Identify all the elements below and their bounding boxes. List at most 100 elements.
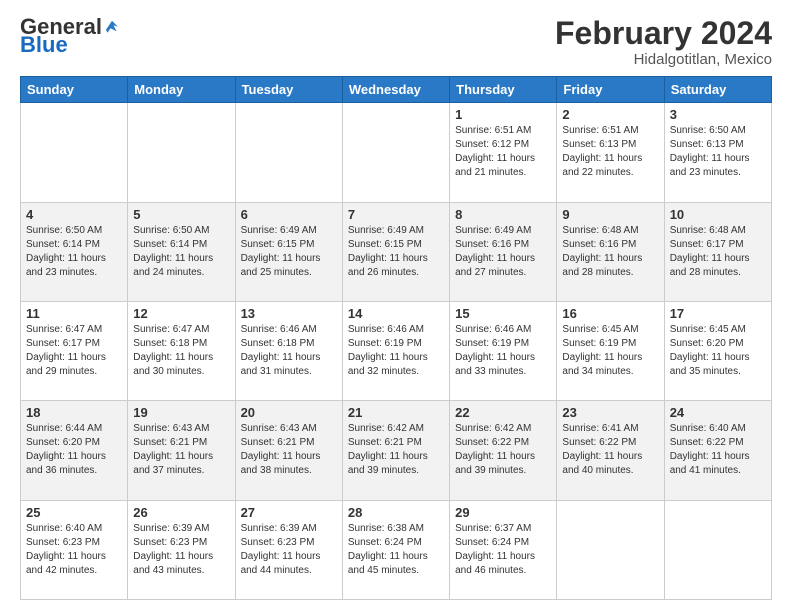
- day-number: 11: [26, 306, 122, 321]
- logo-bird-icon: [103, 17, 121, 35]
- day-number: 27: [241, 505, 337, 520]
- table-row: [342, 103, 449, 202]
- day-info: Sunrise: 6:50 AM Sunset: 6:14 PM Dayligh…: [133, 224, 229, 280]
- table-row: 10 Sunrise: 6:48 AM Sunset: 6:17 PM Dayli…: [664, 202, 771, 301]
- table-row: 20Sunrise: 6:43 AM Sunset: 6:21 PM Dayli…: [235, 401, 342, 500]
- table-row: 5 Sunrise: 6:50 AM Sunset: 6:14 PM Daylig…: [128, 202, 235, 301]
- calendar-week-row: 4 Sunrise: 6:50 AM Sunset: 6:14 PM Daylig…: [21, 202, 772, 301]
- day-info: Sunrise: 6:46 AM Sunset: 6:18 PM Dayligh…: [241, 323, 337, 379]
- day-info: Sunrise: 6:49 AM Sunset: 6:15 PM Dayligh…: [348, 224, 444, 280]
- day-number: 4: [26, 207, 122, 222]
- calendar-week-row: 11 Sunrise: 6:47 AM Sunset: 6:17 PM Dayli…: [21, 301, 772, 400]
- day-number: 1: [455, 107, 551, 122]
- table-row: [128, 103, 235, 202]
- day-number: 18: [26, 405, 122, 420]
- day-number: 10: [670, 207, 766, 222]
- day-number: 13: [241, 306, 337, 321]
- day-info: Sunrise: 6:51 AM Sunset: 6:12 PM Dayligh…: [455, 124, 551, 180]
- day-info: Sunrise: 6:46 AM Sunset: 6:19 PM Dayligh…: [455, 323, 551, 379]
- day-number: 25: [26, 505, 122, 520]
- day-info: Sunrise: 6:40 AM Sunset: 6:23 PM Dayligh…: [26, 522, 122, 578]
- month-title: February 2024: [555, 16, 772, 51]
- day-info: Sunrise: 6:50 AM Sunset: 6:14 PM Dayligh…: [26, 224, 122, 280]
- day-info: Sunrise: 6:46 AM Sunset: 6:19 PM Dayligh…: [348, 323, 444, 379]
- table-row: 22 Sunrise: 6:42 AM Sunset: 6:22 PM Dayli…: [450, 401, 557, 500]
- col-saturday: Saturday: [664, 77, 771, 103]
- calendar-table: Sunday Monday Tuesday Wednesday Thursday…: [20, 76, 772, 600]
- day-number: 21: [348, 405, 444, 420]
- day-info: Sunrise: 6:47 AM Sunset: 6:17 PM Dayligh…: [26, 323, 122, 379]
- page: General Blue February 2024 Hidalgotitlan…: [0, 0, 792, 612]
- day-info: Sunrise: 6:41 AM Sunset: 6:22 PM Dayligh…: [562, 422, 658, 478]
- table-row: 17 Sunrise: 6:45 AM Sunset: 6:20 PM Dayli…: [664, 301, 771, 400]
- calendar-header-row: Sunday Monday Tuesday Wednesday Thursday…: [21, 77, 772, 103]
- col-friday: Friday: [557, 77, 664, 103]
- table-row: 2Sunrise: 6:51 AM Sunset: 6:13 PM Daylig…: [557, 103, 664, 202]
- table-row: 13 Sunrise: 6:46 AM Sunset: 6:18 PM Dayli…: [235, 301, 342, 400]
- day-info: Sunrise: 6:50 AM Sunset: 6:13 PM Dayligh…: [670, 124, 766, 180]
- table-row: 15 Sunrise: 6:46 AM Sunset: 6:19 PM Dayli…: [450, 301, 557, 400]
- day-number: 8: [455, 207, 551, 222]
- col-monday: Monday: [128, 77, 235, 103]
- table-row: 1 Sunrise: 6:51 AM Sunset: 6:12 PM Daylig…: [450, 103, 557, 202]
- header: General Blue February 2024 Hidalgotitlan…: [20, 16, 772, 68]
- table-row: [664, 500, 771, 599]
- day-number: 6: [241, 207, 337, 222]
- day-info: Sunrise: 6:49 AM Sunset: 6:15 PM Dayligh…: [241, 224, 337, 280]
- day-info: Sunrise: 6:51 AM Sunset: 6:13 PM Dayligh…: [562, 124, 658, 180]
- table-row: 16Sunrise: 6:45 AM Sunset: 6:19 PM Dayli…: [557, 301, 664, 400]
- day-number: 17: [670, 306, 766, 321]
- day-number: 15: [455, 306, 551, 321]
- day-number: 26: [133, 505, 229, 520]
- day-info: Sunrise: 6:39 AM Sunset: 6:23 PM Dayligh…: [133, 522, 229, 578]
- day-number: 16: [562, 306, 658, 321]
- table-row: 4 Sunrise: 6:50 AM Sunset: 6:14 PM Daylig…: [21, 202, 128, 301]
- day-number: 28: [348, 505, 444, 520]
- day-number: 22: [455, 405, 551, 420]
- title-block: February 2024 Hidalgotitlan, Mexico: [555, 16, 772, 68]
- col-wednesday: Wednesday: [342, 77, 449, 103]
- day-info: Sunrise: 6:42 AM Sunset: 6:22 PM Dayligh…: [455, 422, 551, 478]
- table-row: 12 Sunrise: 6:47 AM Sunset: 6:18 PM Dayli…: [128, 301, 235, 400]
- day-number: 24: [670, 405, 766, 420]
- logo: General Blue: [20, 16, 121, 56]
- col-thursday: Thursday: [450, 77, 557, 103]
- table-row: 24 Sunrise: 6:40 AM Sunset: 6:22 PM Dayli…: [664, 401, 771, 500]
- calendar-week-row: 18 Sunrise: 6:44 AM Sunset: 6:20 PM Dayli…: [21, 401, 772, 500]
- day-info: Sunrise: 6:42 AM Sunset: 6:21 PM Dayligh…: [348, 422, 444, 478]
- table-row: 9Sunrise: 6:48 AM Sunset: 6:16 PM Daylig…: [557, 202, 664, 301]
- day-info: Sunrise: 6:48 AM Sunset: 6:17 PM Dayligh…: [670, 224, 766, 280]
- table-row: 23Sunrise: 6:41 AM Sunset: 6:22 PM Dayli…: [557, 401, 664, 500]
- table-row: 6 Sunrise: 6:49 AM Sunset: 6:15 PM Daylig…: [235, 202, 342, 301]
- day-number: 12: [133, 306, 229, 321]
- table-row: 25 Sunrise: 6:40 AM Sunset: 6:23 PM Dayli…: [21, 500, 128, 599]
- table-row: 19Sunrise: 6:43 AM Sunset: 6:21 PM Dayli…: [128, 401, 235, 500]
- day-info: Sunrise: 6:45 AM Sunset: 6:20 PM Dayligh…: [670, 323, 766, 379]
- day-info: Sunrise: 6:47 AM Sunset: 6:18 PM Dayligh…: [133, 323, 229, 379]
- table-row: 14 Sunrise: 6:46 AM Sunset: 6:19 PM Dayli…: [342, 301, 449, 400]
- calendar-week-row: 1 Sunrise: 6:51 AM Sunset: 6:12 PM Daylig…: [21, 103, 772, 202]
- table-row: 3 Sunrise: 6:50 AM Sunset: 6:13 PM Daylig…: [664, 103, 771, 202]
- day-info: Sunrise: 6:37 AM Sunset: 6:24 PM Dayligh…: [455, 522, 551, 578]
- table-row: [557, 500, 664, 599]
- col-sunday: Sunday: [21, 77, 128, 103]
- day-info: Sunrise: 6:40 AM Sunset: 6:22 PM Dayligh…: [670, 422, 766, 478]
- day-info: Sunrise: 6:49 AM Sunset: 6:16 PM Dayligh…: [455, 224, 551, 280]
- col-tuesday: Tuesday: [235, 77, 342, 103]
- calendar-week-row: 25 Sunrise: 6:40 AM Sunset: 6:23 PM Dayli…: [21, 500, 772, 599]
- table-row: 18 Sunrise: 6:44 AM Sunset: 6:20 PM Dayli…: [21, 401, 128, 500]
- table-row: 28Sunrise: 6:38 AM Sunset: 6:24 PM Dayli…: [342, 500, 449, 599]
- table-row: 11 Sunrise: 6:47 AM Sunset: 6:17 PM Dayli…: [21, 301, 128, 400]
- day-info: Sunrise: 6:43 AM Sunset: 6:21 PM Dayligh…: [133, 422, 229, 478]
- table-row: [235, 103, 342, 202]
- table-row: 29 Sunrise: 6:37 AM Sunset: 6:24 PM Dayli…: [450, 500, 557, 599]
- table-row: 21 Sunrise: 6:42 AM Sunset: 6:21 PM Dayli…: [342, 401, 449, 500]
- day-number: 9: [562, 207, 658, 222]
- day-number: 5: [133, 207, 229, 222]
- table-row: 27Sunrise: 6:39 AM Sunset: 6:23 PM Dayli…: [235, 500, 342, 599]
- day-number: 14: [348, 306, 444, 321]
- table-row: 26 Sunrise: 6:39 AM Sunset: 6:23 PM Dayli…: [128, 500, 235, 599]
- day-info: Sunrise: 6:44 AM Sunset: 6:20 PM Dayligh…: [26, 422, 122, 478]
- day-number: 29: [455, 505, 551, 520]
- day-number: 3: [670, 107, 766, 122]
